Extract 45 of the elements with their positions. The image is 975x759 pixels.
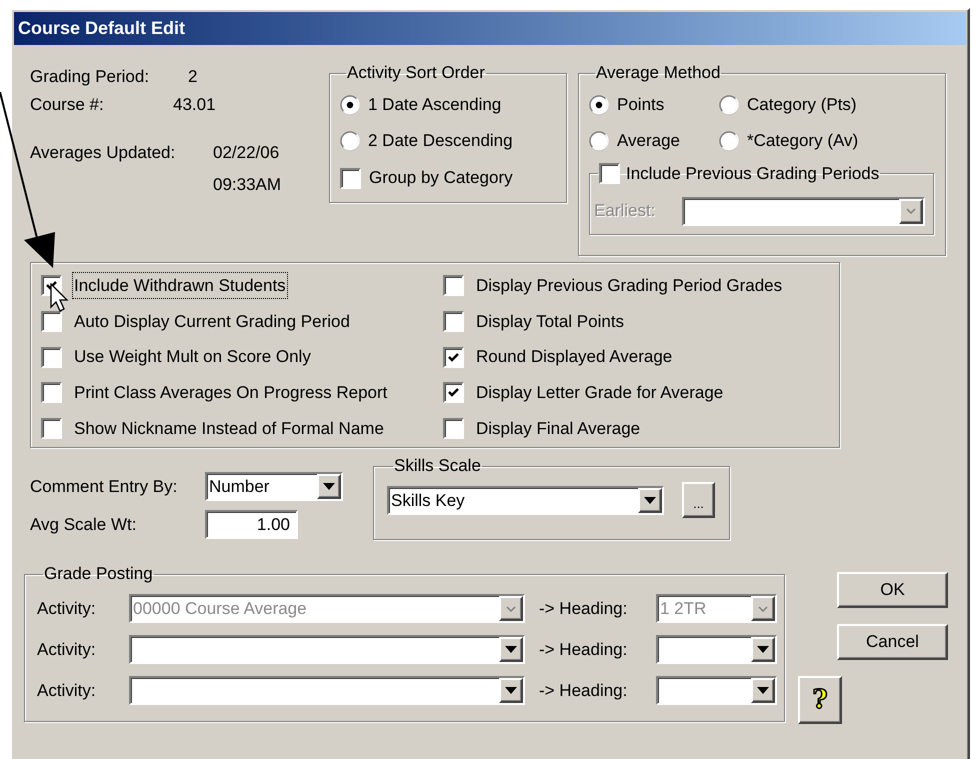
field-label: Comment Entry By: <box>30 476 178 498</box>
group-title: Skills Scale <box>393 456 482 476</box>
dropdown[interactable]: Number <box>205 472 343 501</box>
field-label: Activity: <box>37 680 97 702</box>
field-label: Activity: <box>37 638 97 661</box>
radio-label: Average <box>617 130 680 152</box>
dialog-button[interactable]: OK <box>837 572 948 608</box>
checkbox-label: Auto Display Current Grading Period <box>73 310 351 333</box>
field-label: Activity: <box>37 598 97 620</box>
checkbox-label: Print Class Averages On Progress Report <box>73 382 388 404</box>
field-label: Earliest: <box>594 200 656 222</box>
window-title: Course Default Edit <box>18 17 186 40</box>
checkbox-label: Group by Category <box>369 167 513 190</box>
info-value: 43.01 <box>173 94 216 116</box>
browse-button[interactable]: ... <box>682 482 715 518</box>
field-label: -> Heading: <box>539 638 628 661</box>
field-label: Avg Scale Wt: <box>30 514 138 536</box>
field-label: -> Heading: <box>539 680 628 702</box>
field-label: -> Heading: <box>539 598 628 620</box>
checkbox-label: Round Displayed Average <box>475 346 674 368</box>
info-value: 2 <box>188 66 198 88</box>
dropdown[interactable]: Skills Key <box>387 486 664 514</box>
info-label: Grading Period: <box>30 66 150 88</box>
info-label: Averages Updated: <box>30 142 176 164</box>
checkbox-label: Display Total Points <box>475 310 626 333</box>
info-value: 09:33AM <box>213 174 282 196</box>
radio-label: 1 Date Ascending <box>368 94 502 116</box>
radio-label: Category (Pts) <box>747 94 857 116</box>
input-field[interactable]: 1.00 <box>205 510 298 539</box>
checkbox-label: Display Previous Grading Period Grades <box>475 274 784 297</box>
group-title: Activity Sort Order <box>346 63 486 83</box>
radio-label: 2 Date Descending <box>368 130 513 152</box>
checkbox-label: Display Final Average <box>475 418 642 440</box>
dialog-button[interactable]: Cancel <box>837 624 948 660</box>
checkbox-label: Include Withdrawn Students <box>73 272 287 298</box>
group-title: Average Method <box>595 63 722 83</box>
group-title: Grade Posting <box>43 564 154 584</box>
checkbox-label: Include Previous Grading Periods <box>626 163 880 185</box>
checkbox-label: Display Letter Grade for Average <box>475 382 724 404</box>
radio-label: Points <box>617 94 664 116</box>
info-value: 02/22/06 <box>213 142 280 164</box>
radio-label: *Category (Av) <box>747 130 858 152</box>
info-label: Course #: <box>30 94 105 116</box>
checkbox-label: Use Weight Mult on Score Only <box>73 346 312 368</box>
checkbox-label: Show Nickname Instead of Formal Name <box>73 418 385 440</box>
